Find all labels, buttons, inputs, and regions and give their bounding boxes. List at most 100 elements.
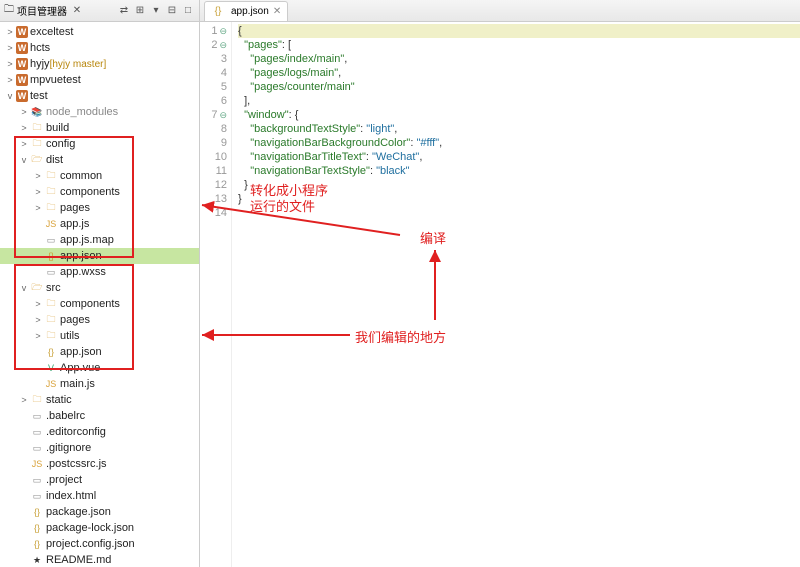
- toolbar-icon-3[interactable]: ⊟: [165, 4, 179, 18]
- tree-item-exceltest[interactable]: >Wexceltest: [0, 24, 199, 40]
- line-number: 12: [200, 178, 227, 192]
- tree-item-hcts[interactable]: >Whcts: [0, 40, 199, 56]
- w-icon: W: [16, 90, 28, 102]
- tree-item-main-js[interactable]: JSmain.js: [0, 376, 199, 392]
- tree-item-label: .editorconfig: [46, 426, 106, 438]
- tree-item-app-json[interactable]: {}app.json: [0, 344, 199, 360]
- twisty-icon[interactable]: >: [4, 27, 16, 37]
- tree-item-app-json[interactable]: {}app.json: [0, 248, 199, 264]
- tree-item--editorconfig[interactable]: ▭.editorconfig: [0, 424, 199, 440]
- sidebar-header: 🗀 项目管理器 ✕ ⇄⊞▾⊟□: [0, 0, 199, 22]
- toolbar-icon-4[interactable]: □: [181, 4, 195, 18]
- tree-item-README-md[interactable]: ★README.md: [0, 552, 199, 567]
- tree-item-app-js[interactable]: JSapp.js: [0, 216, 199, 232]
- twisty-icon[interactable]: v: [18, 283, 30, 293]
- tree-item-config[interactable]: >🗀config: [0, 136, 199, 152]
- tree-item-app-js-map[interactable]: ▭app.js.map: [0, 232, 199, 248]
- project-tree[interactable]: >Wexceltest>Whcts>Whyjy [hyjy master]>Wm…: [0, 22, 199, 567]
- twisty-icon[interactable]: >: [32, 171, 44, 181]
- tree-item-label: .babelrc: [46, 410, 85, 422]
- line-number: 3: [200, 52, 227, 66]
- file-icon: ▭: [30, 425, 44, 439]
- code-line[interactable]: "window": {: [238, 108, 800, 122]
- tree-item--postcssrc-js[interactable]: JS.postcssrc.js: [0, 456, 199, 472]
- code-area[interactable]: { "pages": [ "pages/index/main", "pages/…: [232, 22, 800, 567]
- twisty-icon[interactable]: >: [32, 187, 44, 197]
- toolbar-icon-1[interactable]: ⊞: [133, 4, 147, 18]
- folder-icon: 🗀: [44, 201, 58, 215]
- w-icon: W: [16, 26, 28, 38]
- tree-item-package-lock-json[interactable]: {}package-lock.json: [0, 520, 199, 536]
- code-line[interactable]: "navigationBarBackgroundColor": "#fff",: [238, 136, 800, 150]
- folder-icon: 🗀: [4, 2, 14, 19]
- tree-item--babelrc[interactable]: ▭.babelrc: [0, 408, 199, 424]
- toolbar-icon-0[interactable]: ⇄: [117, 4, 131, 18]
- line-number-gutter: 1234567891011121314: [200, 22, 232, 567]
- code-line[interactable]: "backgroundTextStyle": "light",: [238, 122, 800, 136]
- twisty-icon[interactable]: >: [4, 59, 16, 69]
- tree-item-label: mpvuetest: [30, 74, 81, 86]
- tree-item-utils[interactable]: >🗀utils: [0, 328, 199, 344]
- twisty-icon[interactable]: >: [4, 75, 16, 85]
- star-icon: ★: [30, 553, 44, 567]
- folder-open-icon: 🗁: [30, 281, 44, 295]
- tree-item-dist[interactable]: v🗁dist: [0, 152, 199, 168]
- tree-item-label: pages: [60, 202, 90, 214]
- twisty-icon[interactable]: >: [32, 315, 44, 325]
- js-icon: JS: [44, 217, 58, 231]
- twisty-icon[interactable]: v: [18, 155, 30, 165]
- code-line[interactable]: "pages/index/main",: [238, 52, 800, 66]
- tab-close-icon[interactable]: ✕: [273, 6, 281, 17]
- twisty-icon[interactable]: >: [18, 139, 30, 149]
- code-line[interactable]: }: [238, 178, 800, 192]
- tree-item--project[interactable]: ▭.project: [0, 472, 199, 488]
- tab-app-json[interactable]: {} app.json ✕: [204, 1, 288, 21]
- tree-item-components[interactable]: >🗀components: [0, 296, 199, 312]
- tree-item-label: exceltest: [30, 26, 73, 38]
- tree-item-app-wxss[interactable]: ▭app.wxss: [0, 264, 199, 280]
- code-line[interactable]: {: [238, 24, 800, 38]
- code-line[interactable]: "pages/logs/main",: [238, 66, 800, 80]
- tree-item-components[interactable]: >🗀components: [0, 184, 199, 200]
- twisty-icon[interactable]: >: [32, 203, 44, 213]
- tree-item-node-modules[interactable]: >📚node_modules: [0, 104, 199, 120]
- twisty-icon[interactable]: >: [18, 123, 30, 133]
- tree-item-hyjy[interactable]: >Whyjy [hyjy master]: [0, 56, 199, 72]
- tree-item-mpvuetest[interactable]: >Wmpvuetest: [0, 72, 199, 88]
- tree-item-App-vue[interactable]: VApp.vue: [0, 360, 199, 376]
- code-line[interactable]: [238, 206, 800, 220]
- tree-item-test[interactable]: vWtest: [0, 88, 199, 104]
- code-line[interactable]: "navigationBarTitleText": "WeChat",: [238, 150, 800, 164]
- tree-item-pages[interactable]: >🗀pages: [0, 200, 199, 216]
- tree-item-project-config-json[interactable]: {}project.config.json: [0, 536, 199, 552]
- twisty-icon[interactable]: >: [32, 299, 44, 309]
- tree-item-pages[interactable]: >🗀pages: [0, 312, 199, 328]
- js-icon: JS: [44, 377, 58, 391]
- tree-item-src[interactable]: v🗁src: [0, 280, 199, 296]
- editor-body[interactable]: 1234567891011121314 { "pages": [ "pages/…: [200, 22, 800, 567]
- twisty-icon[interactable]: >: [4, 43, 16, 53]
- code-line[interactable]: }: [238, 192, 800, 206]
- json-icon: {}: [44, 249, 58, 263]
- tree-item-common[interactable]: >🗀common: [0, 168, 199, 184]
- tree-item-build[interactable]: >🗀build: [0, 120, 199, 136]
- tree-item-label: README.md: [46, 554, 111, 566]
- tree-item-static[interactable]: >🗀static: [0, 392, 199, 408]
- twisty-icon[interactable]: >: [18, 107, 30, 117]
- code-line[interactable]: "navigationBarTextStyle": "black": [238, 164, 800, 178]
- tree-item-package-json[interactable]: {}package.json: [0, 504, 199, 520]
- tree-item-index-html[interactable]: ▭index.html: [0, 488, 199, 504]
- tree-item--gitignore[interactable]: ▭.gitignore: [0, 440, 199, 456]
- folder-icon: 🗀: [44, 169, 58, 183]
- tree-item-label: .postcssrc.js: [46, 458, 107, 470]
- twisty-icon[interactable]: >: [32, 331, 44, 341]
- code-line[interactable]: "pages": [: [238, 38, 800, 52]
- panel-close-icon[interactable]: ✕: [70, 4, 84, 18]
- code-line[interactable]: ],: [238, 94, 800, 108]
- twisty-icon[interactable]: >: [18, 395, 30, 405]
- tree-item-label: components: [60, 186, 120, 198]
- toolbar-icon-2[interactable]: ▾: [149, 4, 163, 18]
- lib-icon: 📚: [30, 105, 44, 119]
- code-line[interactable]: "pages/counter/main": [238, 80, 800, 94]
- twisty-icon[interactable]: v: [4, 91, 16, 101]
